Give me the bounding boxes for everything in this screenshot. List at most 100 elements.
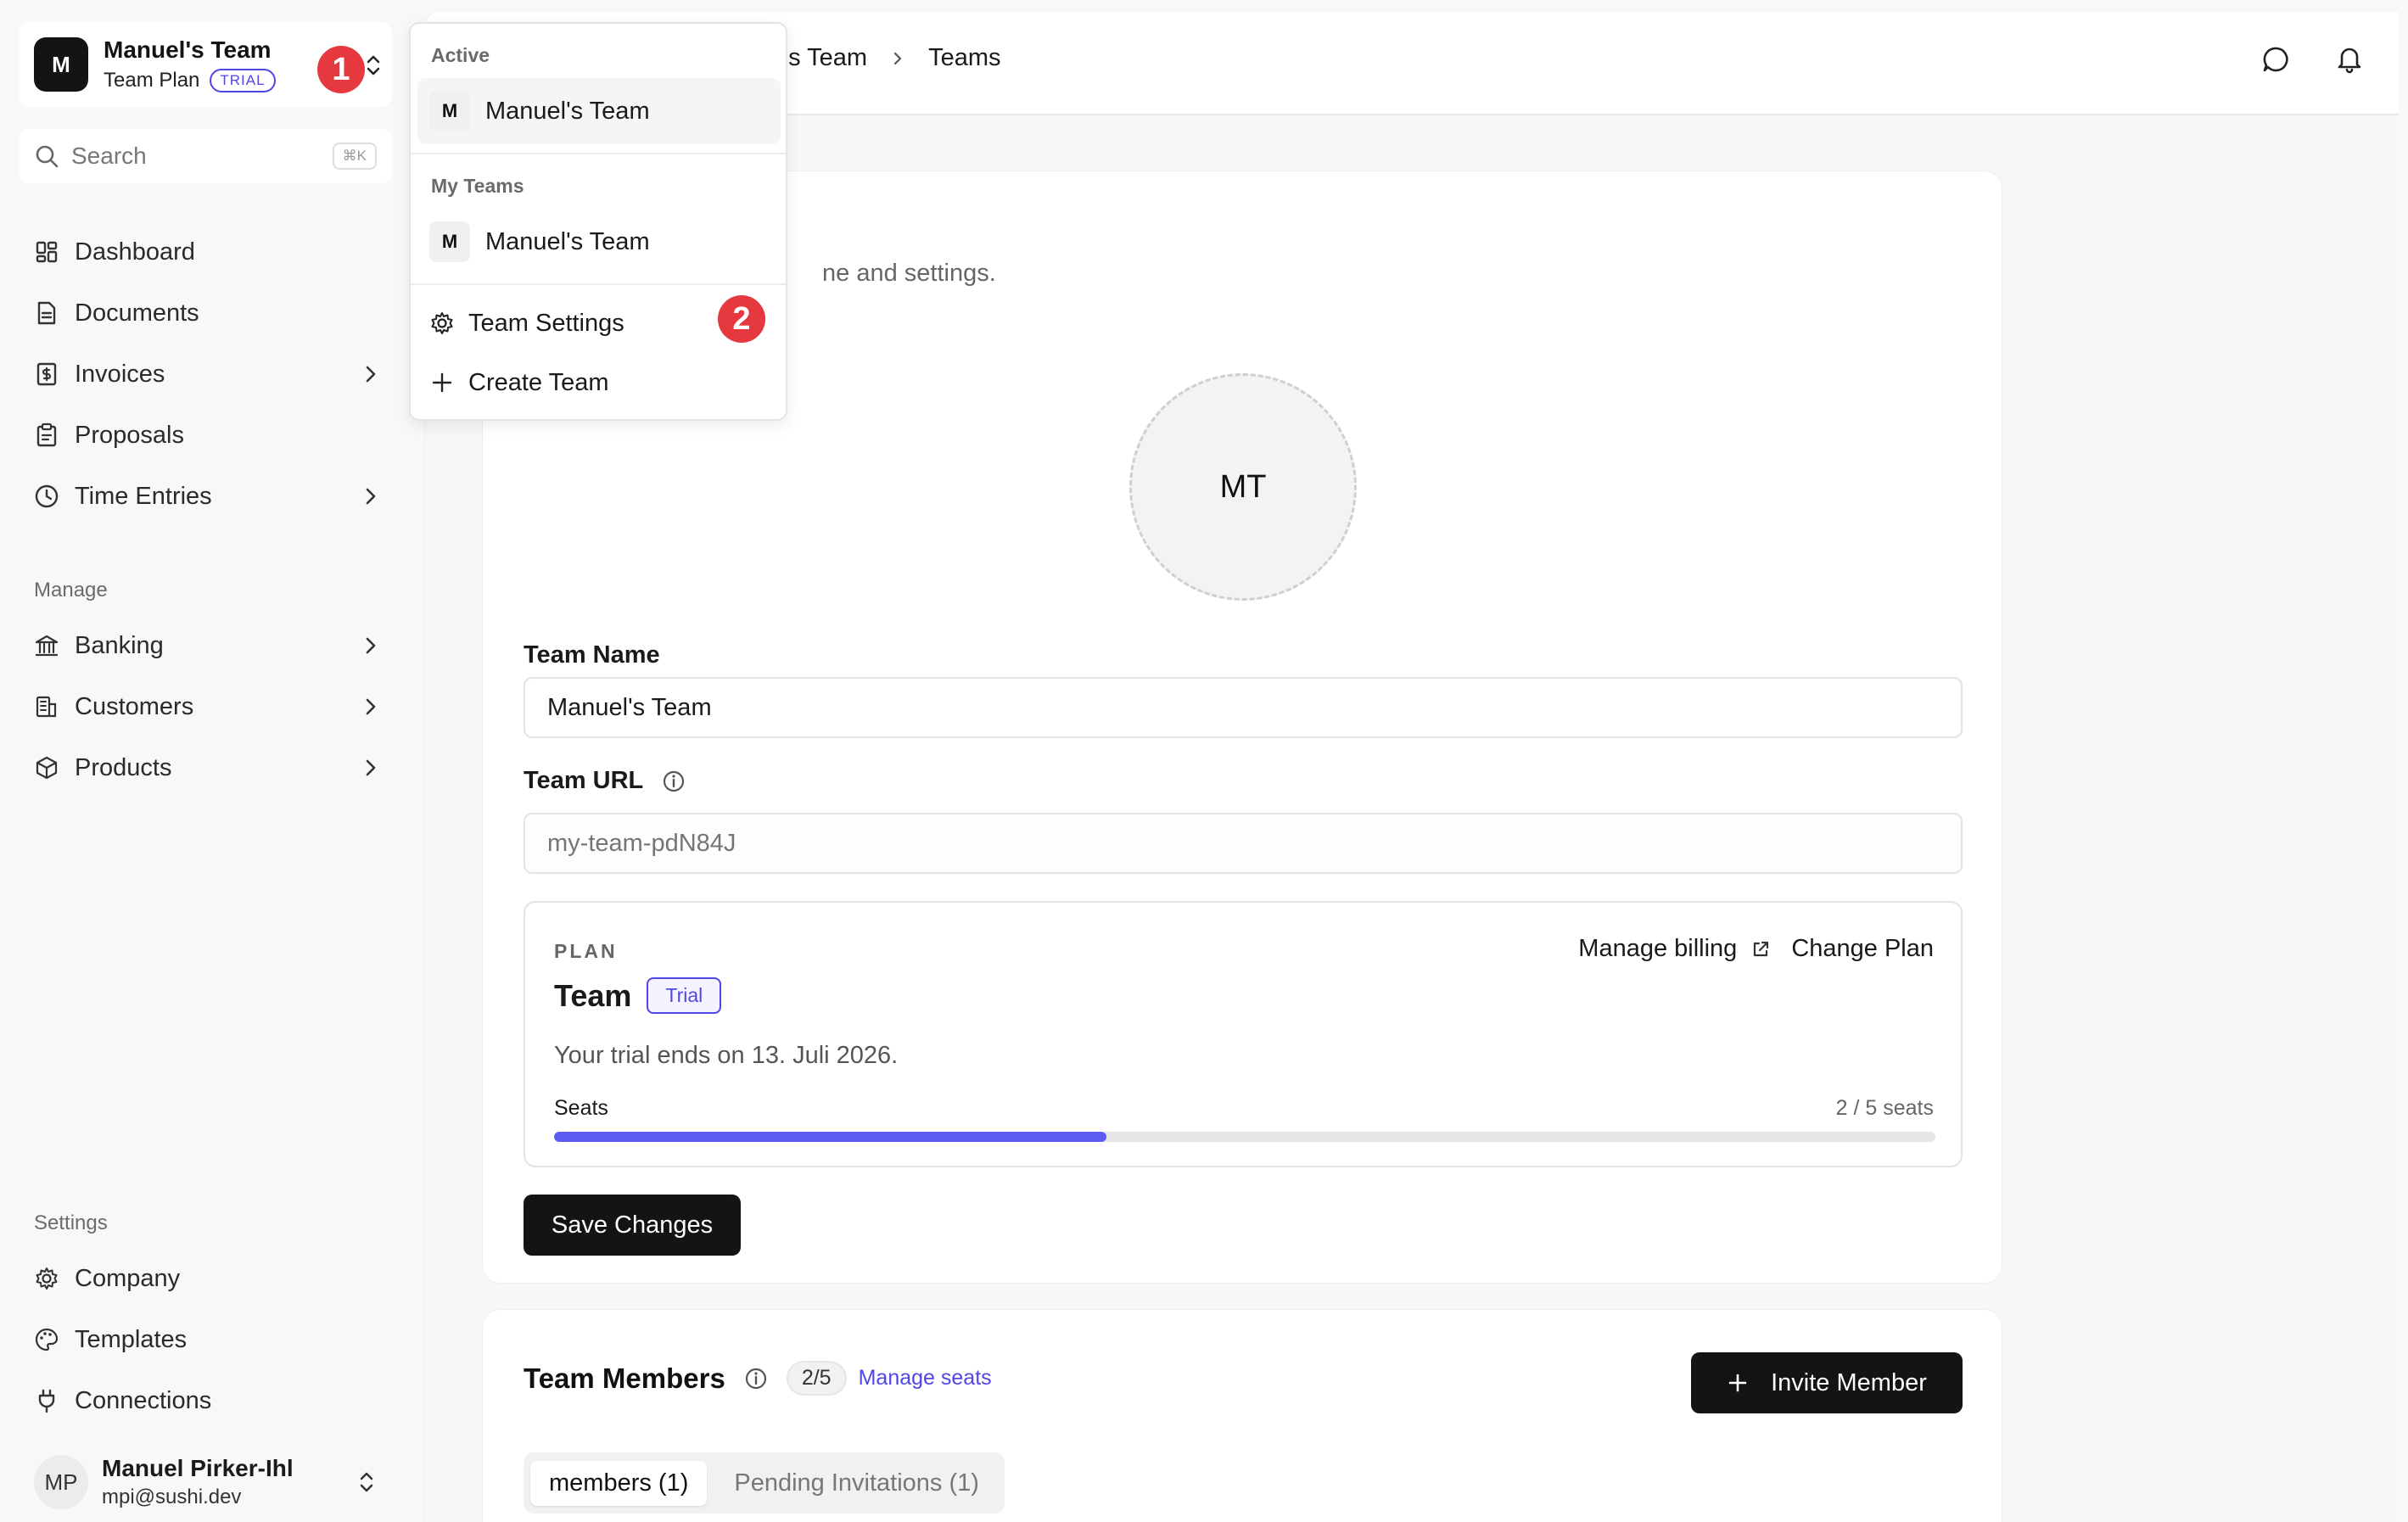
chevron-up-down-icon[interactable] (363, 53, 384, 78)
manage-billing-link[interactable]: Manage billing (1578, 935, 1737, 963)
team-avatar: M (429, 91, 470, 131)
team-url-input[interactable] (524, 813, 1963, 874)
invite-member-button[interactable]: Invite Member (1691, 1352, 1963, 1413)
team-switcher-text: Manuel's Team Team Plan TRIAL (104, 36, 276, 92)
chevron-right-icon (363, 635, 378, 657)
nav-item-products[interactable]: Products (19, 741, 392, 794)
search-box[interactable]: ⌘K (19, 129, 392, 183)
document-icon (34, 300, 59, 326)
nav-label: Banking (75, 631, 164, 659)
trial-badge: TRIAL (210, 69, 276, 92)
nav-item-connections[interactable]: Connections (19, 1374, 392, 1427)
plan-links: Manage billing Change Plan (1578, 935, 1934, 963)
nav-item-time-entries[interactable]: Time Entries (19, 470, 392, 523)
plan-panel: PLAN Team Trial Manage billing Change Pl… (524, 901, 1963, 1167)
nav-label: Connections (75, 1386, 212, 1414)
dashboard-icon (34, 240, 59, 264)
dropdown-team-name: Manuel's Team (485, 97, 650, 125)
team-name: Manuel's Team (104, 36, 272, 63)
external-link-icon (1750, 939, 1771, 960)
user-menu[interactable]: MP Manuel Pirker-Ihl mpi@sushi.dev (19, 1451, 392, 1514)
nav-label: Time Entries (75, 482, 212, 510)
chevron-right-icon (363, 485, 378, 507)
trial-end-text: Your trial ends on 13. Juli 2026. (554, 1042, 899, 1069)
create-team-label: Create Team (468, 368, 609, 396)
dropdown-divider (411, 283, 786, 285)
dropdown-item-my-team[interactable]: M Manuel's Team (417, 209, 781, 275)
team-url-label: Team URL (524, 767, 686, 795)
breadcrumb: el's Team Teams (764, 44, 1000, 72)
plan-name: Team (554, 977, 632, 1013)
team-url-label-text: Team URL (524, 767, 644, 794)
nav-label: Company (75, 1264, 181, 1292)
breadcrumb-current: Teams (928, 44, 1001, 71)
bell-icon[interactable] (2334, 44, 2365, 75)
dropdown-heading-my-teams: My Teams (431, 175, 524, 197)
nav-label: Templates (75, 1325, 188, 1353)
team-members-card: Team Members 2/5 Manage seats Invite Mem… (483, 1310, 2002, 1522)
seats-progress-fill (554, 1132, 1107, 1142)
search-shortcut: ⌘K (332, 143, 377, 170)
plus-icon (1727, 1372, 1749, 1394)
plan-name-row: Team Trial (554, 977, 722, 1014)
dropdown-item-active-team[interactable]: M Manuel's Team (417, 78, 781, 144)
nav-item-documents[interactable]: Documents (19, 287, 392, 339)
chevron-right-icon (363, 363, 378, 385)
team-name-label-text: Team Name (524, 641, 660, 669)
tab-members[interactable]: members (1) (530, 1460, 708, 1506)
nav-item-customers[interactable]: Customers (19, 680, 392, 733)
invoice-icon (34, 361, 59, 387)
plan-status-badge: Trial (647, 977, 722, 1014)
plus-icon (429, 370, 455, 395)
tab-pending-invitations[interactable]: Pending Invitations (1) (715, 1461, 998, 1506)
chevron-up-down-icon (356, 1469, 377, 1495)
nav-item-proposals[interactable]: Proposals (19, 409, 392, 462)
team-logo-upload[interactable]: MT (1129, 373, 1357, 601)
chevron-right-icon (363, 696, 378, 718)
clipboard-icon (34, 422, 59, 448)
plan-kicker: PLAN (554, 940, 618, 962)
invite-member-label: Invite Member (1771, 1368, 1927, 1396)
seats-progress-bar (554, 1132, 1935, 1142)
user-name: Manuel Pirker-Ihl (102, 1455, 294, 1481)
box-icon (34, 755, 59, 781)
nav-item-dashboard[interactable]: Dashboard (19, 226, 392, 278)
info-icon[interactable] (662, 769, 686, 793)
team-avatar: M (34, 37, 88, 92)
members-tabs: members (1) Pending Invitations (1) (524, 1452, 1005, 1514)
nav-item-templates[interactable]: Templates (19, 1313, 392, 1366)
dropdown-team-name: Manuel's Team (485, 227, 650, 255)
search-input[interactable] (71, 143, 317, 170)
nav-item-company[interactable]: Company (19, 1252, 392, 1305)
gear-icon (34, 1266, 59, 1291)
manage-seats-link[interactable]: Manage seats (859, 1366, 992, 1391)
user-email: mpi@sushi.dev (102, 1486, 242, 1508)
dropdown-divider (411, 153, 786, 154)
user-text: Manuel Pirker-Ihl mpi@sushi.dev (102, 1455, 294, 1509)
change-plan-link[interactable]: Change Plan (1791, 935, 1934, 963)
chat-icon[interactable] (2261, 44, 2292, 75)
card-description: ne and settings. (822, 260, 996, 287)
sidebar: M Manuel's Team Team Plan TRIAL 1 ⌘K Das… (0, 0, 424, 1522)
team-name-input[interactable] (524, 677, 1963, 738)
team-switcher-dropdown: Active M Manuel's Team My Teams M Manuel… (409, 22, 787, 421)
nav-item-invoices[interactable]: Invoices (19, 348, 392, 400)
chevron-right-icon (363, 757, 378, 779)
members-title: Team Members (524, 1362, 725, 1394)
chevron-right-icon (891, 48, 904, 69)
search-icon (34, 143, 59, 169)
dropdown-create-team[interactable]: Create Team (417, 355, 781, 411)
nav-item-banking[interactable]: Banking (19, 619, 392, 672)
members-header: Team Members 2/5 Manage seats (524, 1361, 992, 1396)
seats-label: Seats (554, 1096, 608, 1120)
info-icon[interactable] (744, 1367, 768, 1391)
palette-icon (34, 1327, 59, 1352)
step-badge-two: 2 (718, 295, 765, 343)
bank-icon (34, 633, 59, 658)
save-changes-button[interactable]: Save Changes (524, 1195, 741, 1256)
clock-icon (34, 484, 59, 509)
avatar: MP (34, 1455, 88, 1509)
section-label-manage: Manage (34, 579, 108, 602)
step-badge-one: 1 (317, 46, 365, 93)
nav-label: Documents (75, 299, 199, 327)
